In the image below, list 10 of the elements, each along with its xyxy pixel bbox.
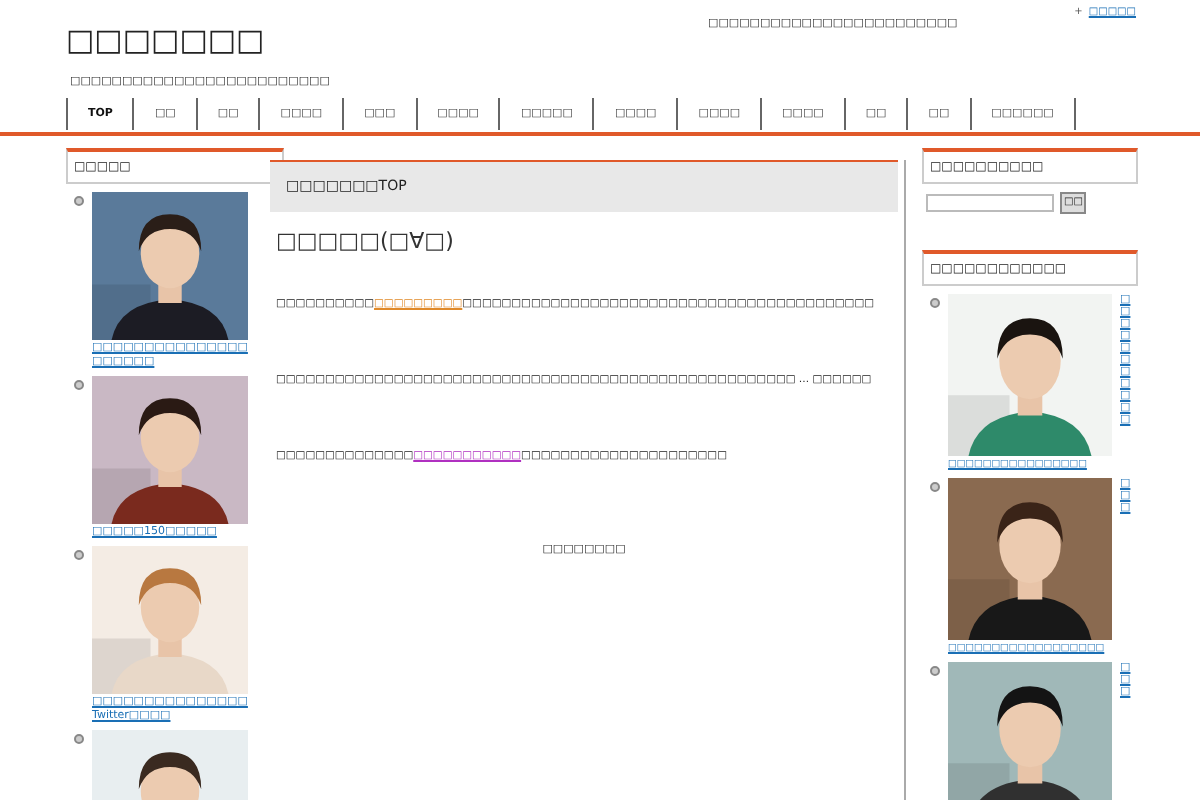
bullet-icon xyxy=(930,666,940,676)
bullet-icon xyxy=(74,196,84,206)
bullet-icon xyxy=(930,298,940,308)
bullet-icon xyxy=(74,734,84,744)
bullet-icon xyxy=(74,550,84,560)
bullet-icon xyxy=(74,380,84,390)
site-title: □□□□□□□ xyxy=(66,20,267,60)
search-field[interactable] xyxy=(926,194,1054,212)
bullet-icon xyxy=(930,482,940,492)
post-heading: □□□□□(□∀□) xyxy=(274,228,456,256)
